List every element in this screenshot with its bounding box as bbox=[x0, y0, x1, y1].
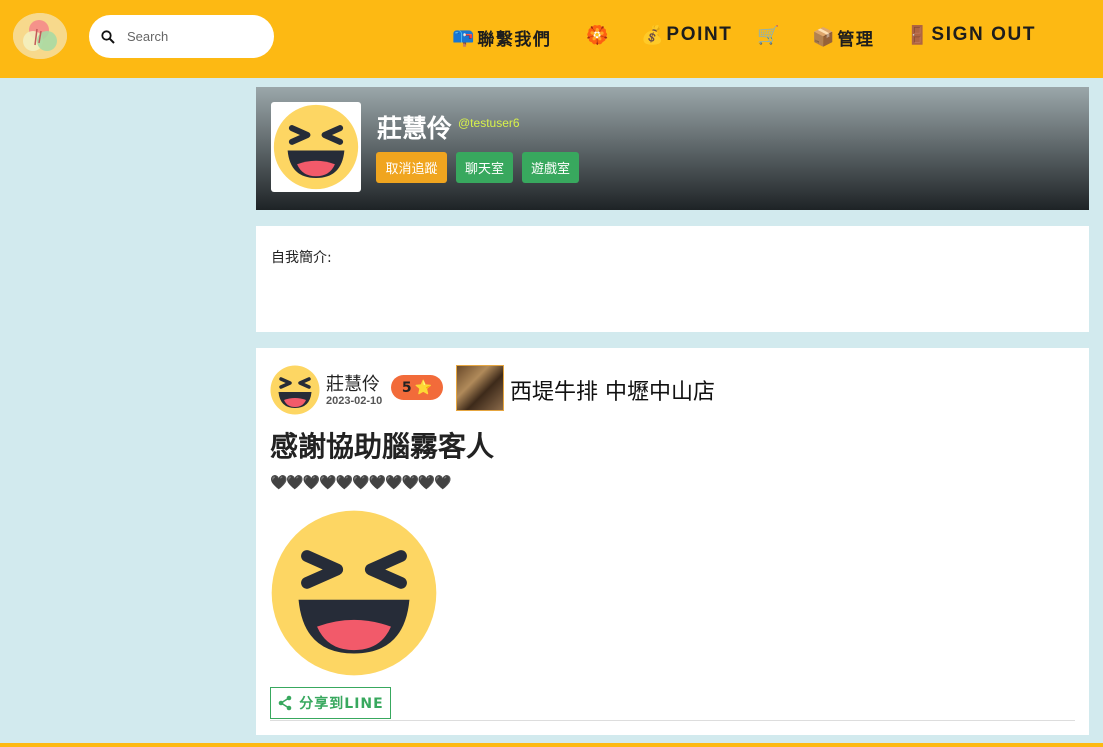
bio-label: 自我簡介: bbox=[271, 250, 332, 266]
nav-point-label: POINT bbox=[666, 24, 733, 45]
cart-icon: 🛒 bbox=[757, 25, 780, 45]
door-icon: 🚪 bbox=[906, 24, 929, 45]
post-divider bbox=[270, 720, 1075, 721]
post-image[interactable] bbox=[270, 509, 438, 677]
rating-badge: 5 ⭐ bbox=[391, 375, 443, 400]
rosette-icon: 🏵️ bbox=[586, 25, 609, 45]
site-logo[interactable] bbox=[13, 13, 67, 59]
nav-manage[interactable]: 📦 管理 bbox=[812, 25, 874, 50]
post-content: 🖤🖤🖤🖤🖤🖤🖤🖤🖤🖤🖤 bbox=[270, 475, 452, 491]
search-input[interactable] bbox=[125, 28, 269, 45]
nav-contact-us[interactable]: 📪 聯繫我們 bbox=[452, 25, 551, 50]
nav-cart[interactable]: 🛒 bbox=[757, 25, 782, 46]
bio-card: 自我簡介: bbox=[256, 226, 1089, 332]
nav-contact-label: 聯繫我們 bbox=[477, 30, 552, 49]
nav-sign-out[interactable]: 🚪 SIGN OUT bbox=[906, 24, 1036, 46]
rating-value: 5 bbox=[401, 379, 412, 396]
bottom-divider bbox=[0, 743, 1103, 747]
post-date: 2023-02-10 bbox=[326, 395, 383, 407]
money-bag-icon: 💰 bbox=[641, 24, 664, 45]
shop-name[interactable]: 西堤牛排 中壢中山店 bbox=[510, 374, 715, 406]
share-label: 分享到LINE bbox=[299, 696, 384, 712]
profile-handle: @testuser6 bbox=[458, 116, 520, 130]
profile-header: 莊慧伶 @testuser6 取消追蹤 聊天室 遊戲室 bbox=[256, 87, 1089, 210]
logo-icon bbox=[13, 13, 67, 59]
chat-room-button[interactable]: 聊天室 bbox=[456, 152, 513, 183]
search-bar bbox=[89, 15, 274, 58]
top-navbar: 📪 聯繫我們 🏵️ 💰 POINT 🛒 📦 管理 🚪 SIGN OUT bbox=[0, 0, 1103, 78]
laughing-emoji-icon bbox=[273, 104, 359, 190]
profile-name: 莊慧伶 bbox=[377, 114, 453, 143]
nav-manage-label: 管理 bbox=[837, 30, 875, 49]
package-icon: 📦 bbox=[812, 27, 835, 47]
star-icon: ⭐ bbox=[414, 379, 433, 396]
shop-thumbnail[interactable] bbox=[456, 365, 504, 411]
search-icon[interactable] bbox=[99, 28, 117, 46]
share-to-line-button[interactable]: 分享到LINE bbox=[270, 687, 391, 719]
mailbox-icon: 📪 bbox=[452, 27, 475, 47]
unfollow-button[interactable]: 取消追蹤 bbox=[376, 152, 447, 183]
nav-signout-label: SIGN OUT bbox=[931, 24, 1037, 45]
share-icon bbox=[278, 695, 292, 711]
nav-badge[interactable]: 🏵️ bbox=[586, 25, 611, 46]
post-title: 感謝協助腦霧客人 bbox=[270, 430, 495, 463]
post-card: 莊慧伶 2023-02-10 5 ⭐ 西堤牛排 中壢中山店 感謝協助腦霧客人 🖤… bbox=[256, 348, 1089, 735]
profile-avatar bbox=[271, 102, 361, 192]
nav-point[interactable]: 💰 POINT bbox=[641, 24, 732, 46]
game-room-button[interactable]: 遊戲室 bbox=[522, 152, 579, 183]
post-author-name[interactable]: 莊慧伶 bbox=[326, 370, 380, 396]
post-author-avatar[interactable] bbox=[270, 365, 320, 415]
